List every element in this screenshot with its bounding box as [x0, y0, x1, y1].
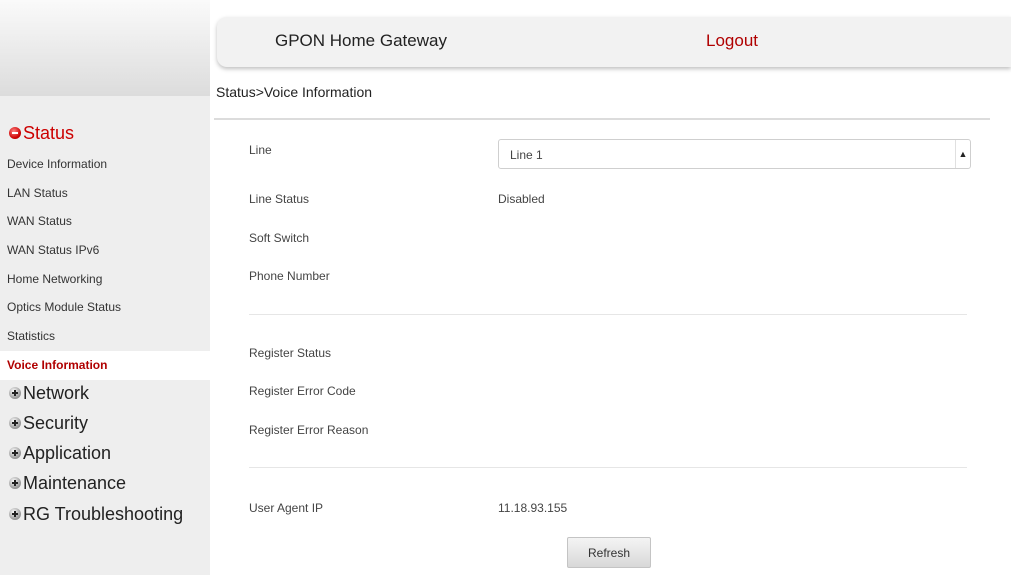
breadcrumb-divider [214, 118, 990, 120]
sidebar-item-wan-status[interactable]: WAN Status [0, 207, 210, 236]
soft-switch-label: Soft Switch [249, 231, 310, 245]
plus-circle-icon [9, 417, 21, 429]
register-error-code-label: Register Error Code [249, 384, 356, 398]
refresh-button[interactable]: Refresh [567, 537, 651, 568]
menu-section-label: Application [23, 442, 112, 463]
menu-section-rg-troubleshooting[interactable]: RG Troubleshooting [0, 501, 210, 527]
sidebar-item-wan-status-ipv6[interactable]: WAN Status IPv6 [0, 236, 210, 265]
plus-circle-icon [9, 447, 21, 459]
menu-section-label: Status [23, 122, 75, 143]
register-error-reason-label: Register Error Reason [249, 423, 369, 437]
logout-link[interactable]: Logout [706, 31, 758, 51]
menu-section-label: Security [23, 412, 89, 433]
sidebar-item-device-information[interactable]: Device Information [0, 150, 210, 179]
status-submenu: Device Information LAN Status WAN Status… [0, 150, 210, 380]
app-title: GPON Home Gateway [275, 31, 447, 50]
user-agent-ip-label: User Agent IP [249, 501, 324, 515]
menu-section-status[interactable]: Status [0, 120, 210, 146]
sidebar-item-statistics[interactable]: Statistics [0, 322, 210, 351]
line-select[interactable]: Line 1 ▲ [498, 139, 971, 169]
menu-section-label: RG Troubleshooting [23, 503, 184, 524]
logo-band [0, 0, 210, 96]
line-select-value: Line 1 [510, 148, 543, 162]
sidebar-item-home-networking[interactable]: Home Networking [0, 265, 210, 294]
minus-circle-icon [9, 127, 21, 139]
menu-section-application[interactable]: Application [0, 440, 210, 466]
plus-circle-icon [9, 477, 21, 489]
line-status-value: Disabled [498, 192, 545, 206]
register-status-label: Register Status [249, 346, 332, 360]
line-label: Line [249, 143, 272, 157]
sidebar: Status Device Information LAN Status WAN… [0, 0, 210, 575]
menu-section-network[interactable]: Network [0, 380, 210, 406]
phone-number-label: Phone Number [249, 269, 330, 283]
line-status-label: Line Status [249, 192, 310, 206]
sidebar-item-optics-module-status[interactable]: Optics Module Status [0, 293, 210, 322]
dropdown-caret-icon: ▲ [955, 140, 970, 168]
plus-circle-icon [9, 508, 21, 520]
plus-circle-icon [9, 387, 21, 399]
sidebar-item-voice-information[interactable]: Voice Information [0, 350, 210, 380]
user-agent-ip-value: 11.18.93.155 [498, 501, 568, 515]
section-divider [249, 467, 967, 468]
header-bar: GPON Home Gateway Logout [217, 17, 1011, 67]
menu-section-security[interactable]: Security [0, 410, 210, 436]
menu-section-maintenance[interactable]: Maintenance [0, 470, 210, 496]
menu-section-label: Network [23, 382, 90, 403]
section-divider [249, 314, 967, 315]
breadcrumb: Status>Voice Information [216, 84, 373, 100]
menu-section-label: Maintenance [23, 472, 127, 493]
sidebar-item-lan-status[interactable]: LAN Status [0, 179, 210, 208]
